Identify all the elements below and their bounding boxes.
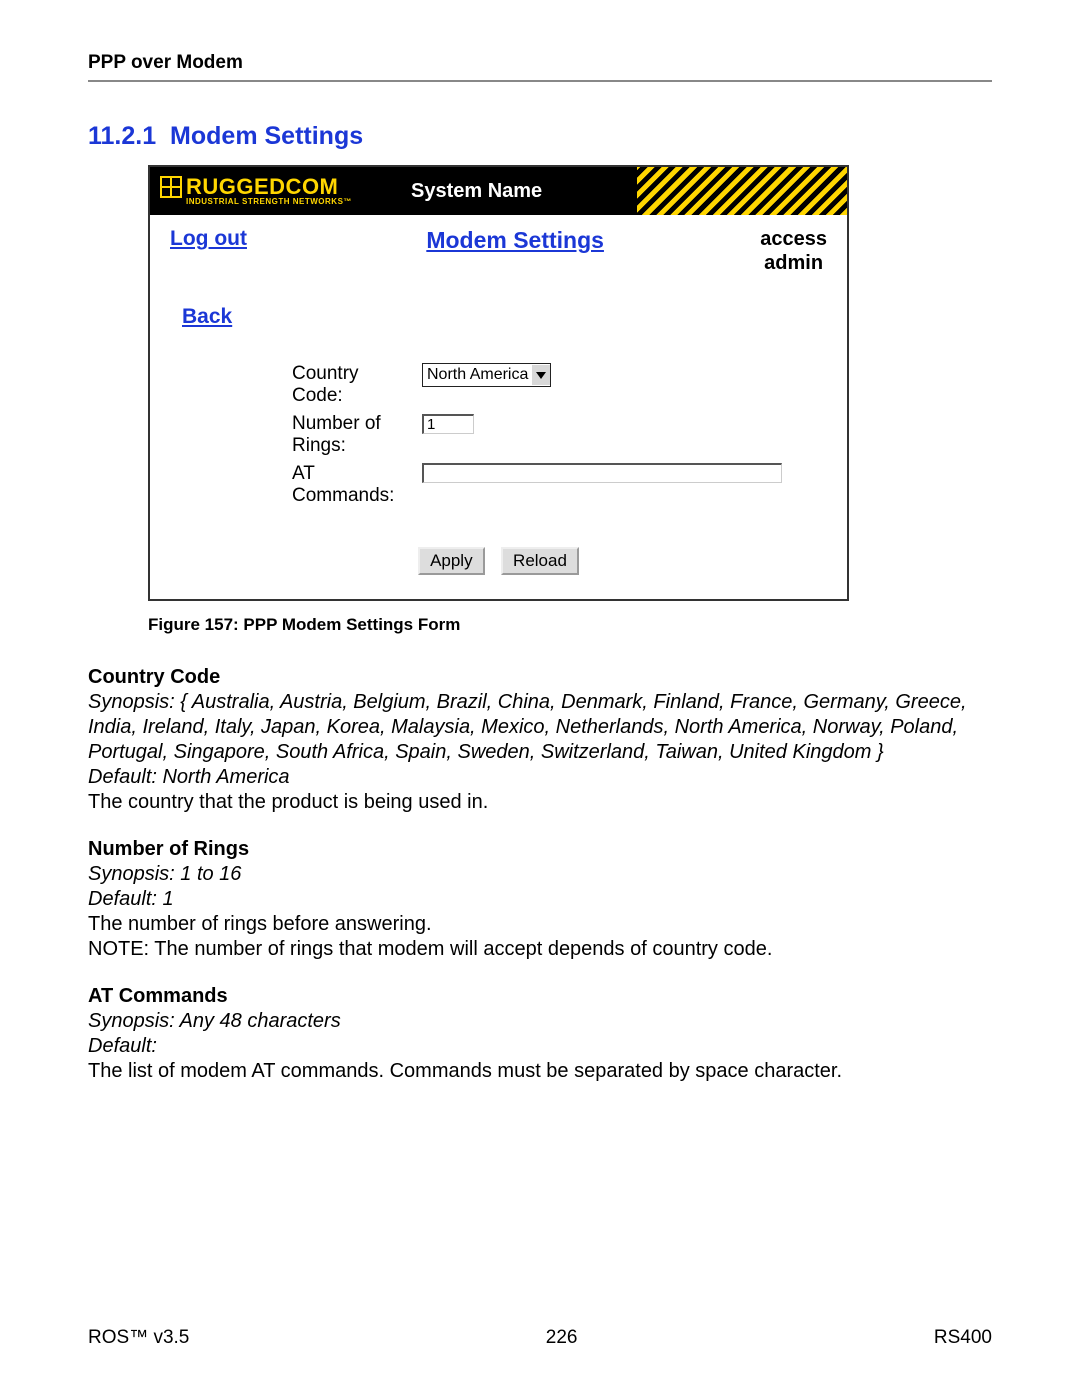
country-code-select[interactable]: North America	[422, 363, 551, 387]
page-header: PPP over Modem	[88, 52, 992, 80]
nr-synopsis: Synopsis: 1 to 16	[88, 862, 992, 887]
at-commands-label: AT Commands:	[288, 461, 416, 509]
access-value: admin	[760, 251, 827, 275]
logout-link[interactable]: Log out	[170, 227, 247, 250]
footer-right: RS400	[934, 1327, 992, 1349]
rings-input[interactable]: 1	[422, 414, 474, 434]
header-rule	[88, 80, 992, 82]
number-of-rings-desc: Number of Rings Synopsis: 1 to 16 Defaul…	[88, 837, 992, 962]
screenshot-banner: RUGGEDCOM INDUSTRIAL STRENGTH NETWORKS™ …	[150, 167, 847, 215]
cc-text: The country that the product is being us…	[88, 790, 992, 815]
country-code-value: North America	[423, 366, 532, 384]
section-heading: 11.2.1 Modem Settings	[88, 122, 992, 151]
section-number: 11.2.1	[88, 122, 156, 150]
at-text: The list of modem AT commands. Commands …	[88, 1059, 992, 1084]
figure-caption: Figure 157: PPP Modem Settings Form	[148, 615, 992, 635]
cc-synopsis: Synopsis: { Australia, Austria, Belgium,…	[88, 690, 992, 765]
rings-label: Number of Rings:	[288, 411, 416, 459]
nr-text2: NOTE: The number of rings that modem wil…	[88, 937, 992, 962]
at-synopsis: Synopsis: Any 48 characters	[88, 1009, 992, 1034]
apply-button[interactable]: Apply	[418, 547, 485, 575]
logo-area: RUGGEDCOM INDUSTRIAL STRENGTH NETWORKS™	[150, 167, 395, 215]
at-heading: AT Commands	[88, 984, 992, 1009]
modem-settings-screenshot: RUGGEDCOM INDUSTRIAL STRENGTH NETWORKS™ …	[148, 165, 849, 601]
form-title: Modem Settings	[426, 227, 604, 253]
nr-default: Default: 1	[88, 887, 992, 912]
system-name: System Name	[395, 167, 637, 215]
at-commands-desc: AT Commands Synopsis: Any 48 characters …	[88, 984, 992, 1084]
settings-form: Country Code: North America Number of Ri…	[286, 359, 788, 511]
at-commands-input[interactable]	[422, 463, 782, 483]
ruggedcom-logo-icon	[160, 176, 182, 198]
nr-heading: Number of Rings	[88, 837, 992, 862]
access-label: access	[760, 227, 827, 251]
back-link[interactable]: Back	[182, 305, 232, 328]
cc-heading: Country Code	[88, 665, 992, 690]
country-code-label: Country Code:	[288, 361, 416, 409]
chevron-down-icon[interactable]	[532, 365, 550, 385]
footer-left: ROS™ v3.5	[88, 1327, 189, 1349]
country-code-desc: Country Code Synopsis: { Australia, Aust…	[88, 665, 992, 815]
page-footer: ROS™ v3.5 226 RS400	[88, 1327, 992, 1349]
cc-default: Default: North America	[88, 765, 992, 790]
reload-button[interactable]: Reload	[501, 547, 579, 575]
logo-text: RUGGEDCOM	[186, 176, 338, 198]
banner-hatch	[637, 167, 847, 215]
access-level: access admin	[760, 227, 827, 275]
logo-subtext: INDUSTRIAL STRENGTH NETWORKS™	[160, 198, 389, 206]
nr-text1: The number of rings before answering.	[88, 912, 992, 937]
section-title: Modem Settings	[170, 122, 363, 150]
at-default: Default:	[88, 1034, 992, 1059]
footer-center: 226	[546, 1327, 578, 1349]
